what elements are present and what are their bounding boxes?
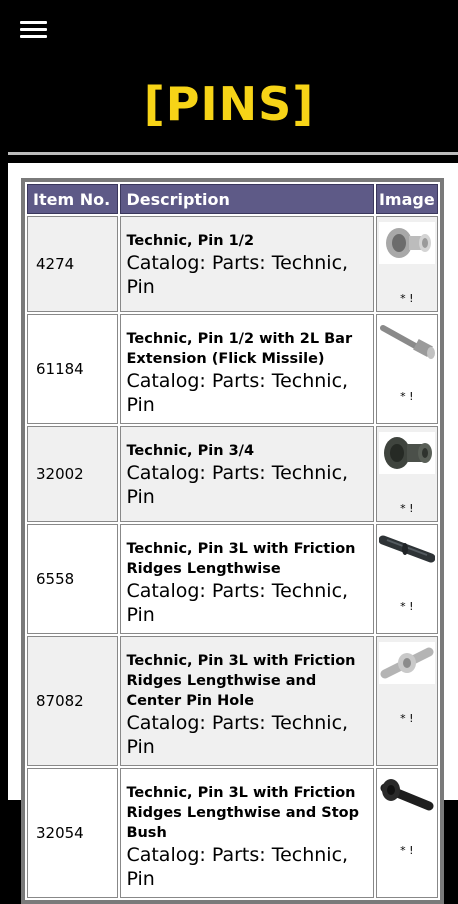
item-description[interactable]: Technic, Pin 3/4Catalog: Parts: Technic,… <box>120 426 373 522</box>
pin-3l-center-hole-icon[interactable] <box>379 642 435 684</box>
table-row[interactable]: 32054Technic, Pin 3L with Friction Ridge… <box>27 768 438 898</box>
item-description[interactable]: Technic, Pin 3L with Friction Ridges Len… <box>120 636 373 766</box>
item-catalog[interactable]: Catalog: Parts: Technic, Pin <box>126 843 367 891</box>
item-description[interactable]: Technic, Pin 3L with Friction Ridges Len… <box>120 524 373 634</box>
column-header-item-no: Item No. <box>27 184 118 214</box>
table-row[interactable]: 4274Technic, Pin 1/2Catalog: Parts: Tech… <box>27 216 438 312</box>
table-row[interactable]: 6558Technic, Pin 3L with Friction Ridges… <box>27 524 438 634</box>
item-name[interactable]: Technic, Pin 1/2 with 2L Bar Extension (… <box>126 321 367 369</box>
item-name[interactable]: Technic, Pin 3/4 <box>126 433 367 461</box>
item-image-cell: * ! <box>376 636 438 766</box>
item-catalog[interactable]: Catalog: Parts: Technic, Pin <box>126 369 367 417</box>
item-image-cell: * ! <box>376 216 438 312</box>
pin-3l-friction-icon[interactable] <box>379 530 435 572</box>
pin-half-icon[interactable] <box>379 222 435 264</box>
image-note: * ! <box>377 292 437 311</box>
table-row[interactable]: 61184Technic, Pin 1/2 with 2L Bar Extens… <box>27 314 438 424</box>
item-description[interactable]: Technic, Pin 1/2Catalog: Parts: Technic,… <box>120 216 373 312</box>
item-image-cell: * ! <box>376 314 438 424</box>
image-note: * ! <box>377 502 437 521</box>
item-name[interactable]: Technic, Pin 3L with Friction Ridges Len… <box>126 531 367 579</box>
item-name[interactable]: Technic, Pin 3L with Friction Ridges Len… <box>126 775 367 843</box>
item-catalog[interactable]: Catalog: Parts: Technic, Pin <box>126 461 367 509</box>
item-name[interactable]: Technic, Pin 3L with Friction Ridges Len… <box>126 643 367 711</box>
pin-3l-stop-bush-icon[interactable] <box>379 774 435 816</box>
item-catalog[interactable]: Catalog: Parts: Technic, Pin <box>126 711 367 759</box>
column-header-description: Description <box>120 184 373 214</box>
image-note: * ! <box>377 600 437 619</box>
parts-table: Item No. Description Image 4274Technic, … <box>25 182 440 900</box>
item-catalog[interactable]: Catalog: Parts: Technic, Pin <box>126 251 367 299</box>
item-number[interactable]: 87082 <box>27 636 118 766</box>
parts-table-frame: Item No. Description Image 4274Technic, … <box>21 178 444 904</box>
image-note: * ! <box>377 844 437 863</box>
item-number[interactable]: 61184 <box>27 314 118 424</box>
header-divider <box>8 152 458 155</box>
item-catalog[interactable]: Catalog: Parts: Technic, Pin <box>126 579 367 627</box>
table-row[interactable]: 32002Technic, Pin 3/4Catalog: Parts: Tec… <box>27 426 438 522</box>
item-image-cell: * ! <box>376 524 438 634</box>
item-image-cell: * ! <box>376 426 438 522</box>
menu-icon[interactable] <box>20 19 47 41</box>
pin-three-quarter-icon[interactable] <box>379 432 435 474</box>
image-note: * ! <box>377 390 437 409</box>
item-description[interactable]: Technic, Pin 1/2 with 2L Bar Extension (… <box>120 314 373 424</box>
item-number[interactable]: 32002 <box>27 426 118 522</box>
item-number[interactable]: 6558 <box>27 524 118 634</box>
item-image-cell: * ! <box>376 768 438 898</box>
column-header-image: Image <box>376 184 438 214</box>
image-note: * ! <box>377 712 437 731</box>
table-row[interactable]: 87082Technic, Pin 3L with Friction Ridge… <box>27 636 438 766</box>
item-number[interactable]: 32054 <box>27 768 118 898</box>
item-number[interactable]: 4274 <box>27 216 118 312</box>
app-header: [PINS] <box>0 0 458 152</box>
table-header-row: Item No. Description Image <box>27 184 438 214</box>
pin-bar-extension-icon[interactable] <box>379 320 435 362</box>
content-area: Item No. Description Image 4274Technic, … <box>8 163 458 800</box>
item-description[interactable]: Technic, Pin 3L with Friction Ridges Len… <box>120 768 373 898</box>
item-name[interactable]: Technic, Pin 1/2 <box>126 223 367 251</box>
page-title: [PINS] <box>0 74 458 134</box>
